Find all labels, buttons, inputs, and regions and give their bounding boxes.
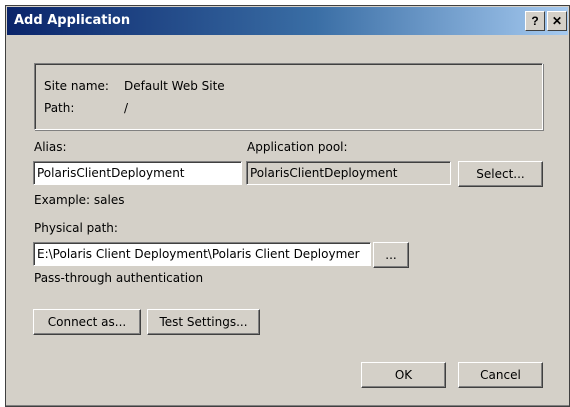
select-application-pool-button[interactable]: Select... — [458, 161, 543, 187]
close-icon[interactable]: ✕ — [547, 11, 567, 31]
site-info-box: Site name: Default Web Site Path: / — [34, 63, 543, 130]
pass-through-authentication-label: Pass-through authentication — [34, 271, 204, 285]
dialog-bottom-edge — [6, 405, 569, 406]
browse-path-button[interactable]: ... — [373, 242, 409, 268]
application-pool-field — [246, 161, 451, 185]
alias-example-text: Example: sales — [34, 193, 125, 207]
alias-input[interactable] — [33, 161, 242, 185]
test-settings-button[interactable]: Test Settings... — [147, 309, 260, 335]
add-application-dialog: Add Application ? ✕ Site name: Default W… — [5, 5, 570, 407]
connect-as-button[interactable]: Connect as... — [33, 309, 141, 335]
physical-path-label: Physical path: — [34, 221, 118, 235]
site-name-label: Site name: — [44, 79, 109, 93]
application-pool-label: Application pool: — [247, 140, 348, 154]
cancel-button[interactable]: Cancel — [458, 362, 543, 388]
window-title: Add Application — [14, 13, 131, 28]
alias-label: Alias: — [34, 140, 67, 154]
title-bar[interactable]: Add Application ? ✕ — [7, 7, 568, 35]
path-label: Path: — [44, 101, 75, 115]
help-icon[interactable]: ? — [525, 11, 545, 31]
site-name-value: Default Web Site — [124, 79, 225, 93]
ok-button[interactable]: OK — [361, 362, 446, 388]
physical-path-input[interactable] — [33, 242, 371, 266]
path-value: / — [124, 101, 129, 115]
